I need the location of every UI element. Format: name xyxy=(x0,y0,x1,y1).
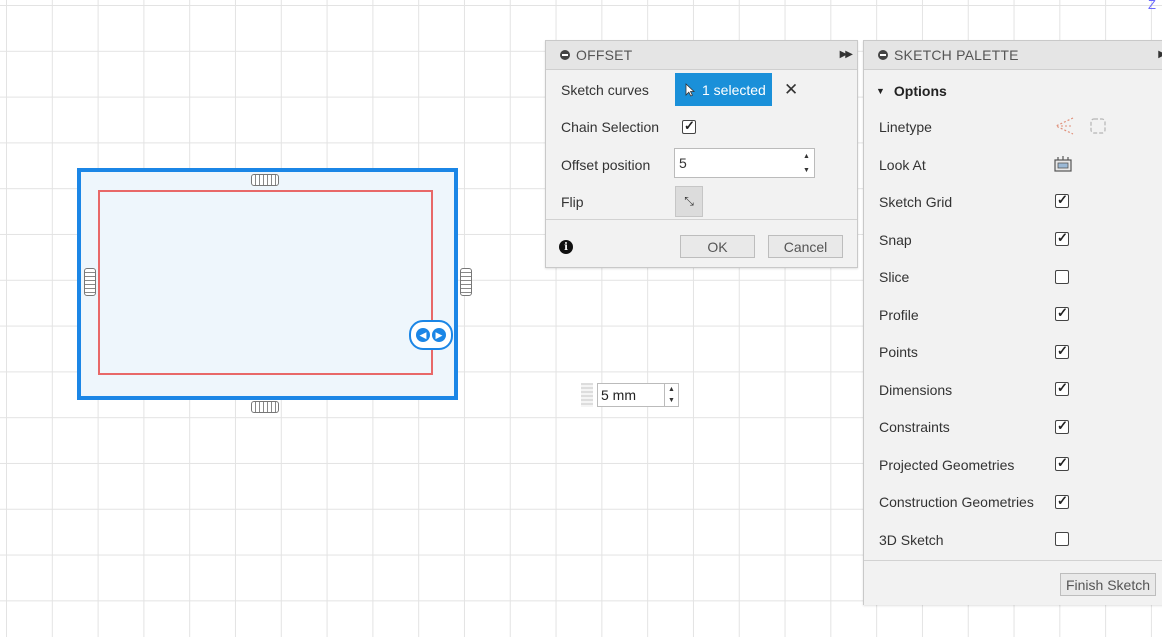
offset-position-stepper[interactable]: ▲ ▼ xyxy=(799,148,815,178)
view-cube-axis-label: Z xyxy=(1148,0,1156,12)
construction-linetype-icon[interactable] xyxy=(1053,116,1075,136)
option-label: Constraints xyxy=(879,419,950,435)
drag-grip-icon[interactable] xyxy=(581,383,593,407)
snap-checkbox[interactable] xyxy=(1055,230,1069,246)
option-label: Snap xyxy=(879,232,912,248)
offset-dimension-field[interactable]: 5 mm xyxy=(597,383,665,407)
option-label: Projected Geometries xyxy=(879,457,1015,473)
points-checkbox[interactable] xyxy=(1055,343,1069,359)
construction-geometries-checkbox[interactable] xyxy=(1055,493,1069,509)
option-label: Profile xyxy=(879,307,919,323)
sketch-curves-selection-button[interactable]: 1 selected xyxy=(675,73,772,106)
offset-position-input[interactable]: 5 xyxy=(674,148,800,178)
clear-selection-icon[interactable]: ✕ xyxy=(784,80,798,100)
cursor-arrow-icon xyxy=(685,82,695,97)
spin-down-icon[interactable]: ▼ xyxy=(799,163,814,177)
sketch-palette-footer: Finish Sketch xyxy=(864,560,1162,605)
option-label: Sketch Grid xyxy=(879,194,953,210)
look-at-label: Look At xyxy=(879,157,926,173)
expand-panel-icon[interactable]: ▶▶ xyxy=(840,49,853,60)
option-label: Construction Geometries xyxy=(879,494,1034,510)
cancel-button[interactable]: Cancel xyxy=(768,235,843,258)
slice-checkbox[interactable] xyxy=(1055,270,1069,284)
flip-label: Flip xyxy=(561,194,584,210)
option-label: 3D Sketch xyxy=(879,532,944,548)
offset-dialog: OFFSET ▶▶ Sketch curves 1 selected ✕ Cha… xyxy=(545,40,858,268)
dimensions-checkbox[interactable] xyxy=(1055,380,1069,396)
top-edge-handle[interactable] xyxy=(251,174,279,186)
offset-dialog-footer: i OK Cancel xyxy=(546,219,857,267)
centerline-linetype-icon[interactable] xyxy=(1088,116,1108,136)
info-icon[interactable]: i xyxy=(559,240,573,254)
projected-geometries-checkbox[interactable] xyxy=(1055,455,1069,471)
offset-dimension-stepper[interactable]: ▲ ▼ xyxy=(665,383,679,407)
profile-checkbox[interactable] xyxy=(1055,305,1069,321)
offset-preview-curve xyxy=(98,190,433,375)
sketch-palette-title: SKETCH PALETTE xyxy=(894,47,1019,63)
sketch-grid-checkbox[interactable] xyxy=(1055,192,1069,208)
flip-button[interactable]: ⤡ xyxy=(675,186,703,217)
arrow-left-icon: ◀ xyxy=(416,328,430,342)
spin-up-icon[interactable]: ▲ xyxy=(799,149,814,163)
offset-dialog-title: OFFSET xyxy=(576,47,633,63)
option-label: Points xyxy=(879,344,918,360)
offset-dimension-input[interactable]: 5 mm ▲ ▼ xyxy=(581,382,679,408)
left-edge-handle[interactable] xyxy=(84,268,96,296)
spin-up-icon[interactable]: ▲ xyxy=(665,384,678,395)
options-label: Options xyxy=(893,83,947,99)
sketch-palette-header[interactable]: SKETCH PALETTE ▶ xyxy=(864,41,1162,70)
options-section-header[interactable]: ▼ Options xyxy=(876,83,947,99)
3d-sketch-checkbox[interactable] xyxy=(1055,532,1069,546)
offset-position-label: Offset position xyxy=(561,157,651,173)
flip-arrows-icon: ⤡ xyxy=(684,194,694,208)
right-edge-handle[interactable] xyxy=(460,268,472,296)
ok-button[interactable]: OK xyxy=(680,235,755,258)
chain-selection-label: Chain Selection xyxy=(561,119,660,135)
spin-down-icon[interactable]: ▼ xyxy=(665,395,678,406)
selection-count-label: 1 selected xyxy=(702,81,766,98)
option-label: Slice xyxy=(879,269,910,285)
arrow-right-icon: ▶ xyxy=(432,328,446,342)
linetype-label: Linetype xyxy=(879,119,932,135)
collapse-icon[interactable] xyxy=(560,50,570,60)
finish-sketch-button[interactable]: Finish Sketch xyxy=(1060,573,1156,596)
offset-dialog-header[interactable]: OFFSET ▶▶ xyxy=(546,41,857,70)
bottom-edge-handle[interactable] xyxy=(251,401,279,413)
offset-direction-manipulator[interactable]: ◀ ▶ xyxy=(409,320,453,350)
option-label: Dimensions xyxy=(879,382,953,398)
sketch-curves-label: Sketch curves xyxy=(561,82,649,98)
expand-panel-icon[interactable]: ▶ xyxy=(1158,49,1162,60)
chain-selection-checkbox[interactable] xyxy=(682,118,696,134)
collapse-icon[interactable] xyxy=(878,50,888,60)
constraints-checkbox[interactable] xyxy=(1055,418,1069,434)
sketch-palette: SKETCH PALETTE ▶ ▼ Options Linetype Look… xyxy=(863,40,1162,605)
look-at-icon[interactable] xyxy=(1053,155,1073,173)
triangle-down-icon: ▼ xyxy=(876,86,885,96)
